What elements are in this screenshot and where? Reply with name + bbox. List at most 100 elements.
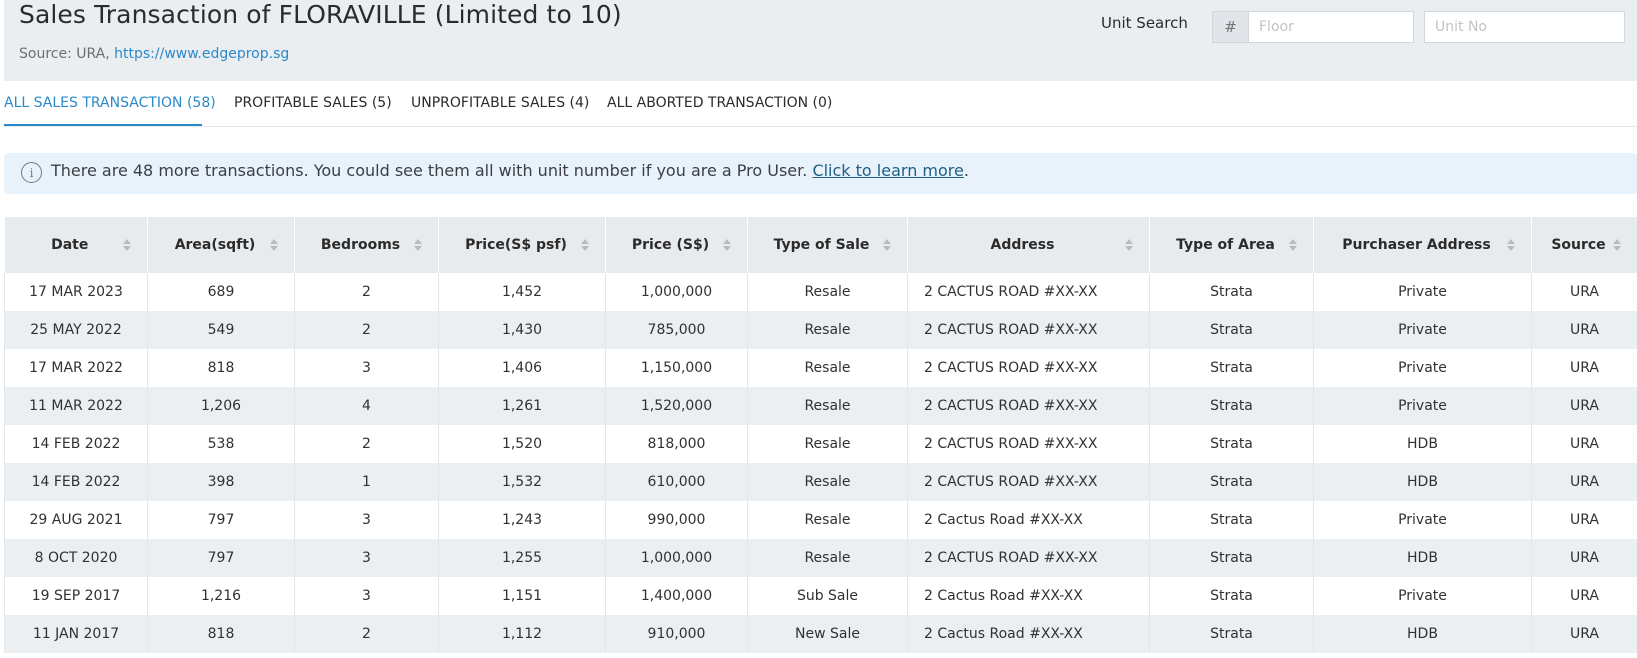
cell-date: 11 JAN 2017 [4,615,148,653]
column-header-type-of-area[interactable]: Type of Area [1149,217,1314,273]
table-body: 17 MAR 2023 689 2 1,452 1,000,000 Resale 2 CAC… [4,273,1637,653]
hash-icon: # [1212,11,1248,43]
column-header-label: Date [51,237,89,253]
cell-source: URA [1531,463,1637,501]
cell-price: 910,000 [605,615,748,653]
sort-icon[interactable] [414,239,422,251]
sort-icon[interactable] [1289,239,1297,251]
cell-purchaser-address: Private [1313,311,1532,349]
transactions-table: Date Area(sqft) Bedrooms Price(S$ psf) Price… [4,217,1637,653]
cell-type-of-sale: Resale [747,501,908,539]
sort-icon[interactable] [1125,239,1133,251]
cell-source: URA [1531,577,1637,615]
column-header-price[interactable]: Price (S$) [605,217,748,273]
cell-area: 398 [147,463,295,501]
sort-icon[interactable] [883,239,891,251]
learn-more-link[interactable]: Click to learn more [812,161,963,180]
column-header-source[interactable]: Source [1531,217,1637,273]
cell-purchaser-address: HDB [1313,463,1532,501]
floor-input-group: # [1212,11,1414,43]
column-header-label: Type of Area [1176,237,1275,253]
column-header-address[interactable]: Address [907,217,1150,273]
cell-type-of-area: Strata [1149,387,1314,425]
cell-source: URA [1531,273,1637,311]
floor-input[interactable] [1248,11,1414,43]
cell-source: URA [1531,311,1637,349]
column-header-label: Purchaser Address [1342,237,1491,253]
cell-price-psf: 1,255 [438,539,606,577]
unit-no-input[interactable] [1424,11,1625,43]
sort-icon[interactable] [1613,239,1621,251]
column-header-price-psf[interactable]: Price(S$ psf) [438,217,606,273]
sort-icon[interactable] [1507,239,1515,251]
table-header-row: Date Area(sqft) Bedrooms Price(S$ psf) Price… [4,217,1637,273]
cell-price-psf: 1,430 [438,311,606,349]
sort-icon[interactable] [123,239,131,251]
tab-aborted-transaction[interactable]: ALL ABORTED TRANSACTION (0) [607,95,832,111]
notice-text: There are 48 more transactions. You coul… [51,161,969,180]
tab-profitable-sales[interactable]: PROFITABLE SALES (5) [234,95,392,111]
cell-source: URA [1531,539,1637,577]
cell-type-of-sale: New Sale [747,615,908,653]
cell-date: 14 FEB 2022 [4,463,148,501]
cell-address: 2 CACTUS ROAD #XX-XX [907,349,1150,387]
cell-area: 818 [147,349,295,387]
pro-user-notice: i There are 48 more transactions. You co… [4,153,1637,194]
table-row: 11 JAN 2017 818 2 1,112 910,000 New Sale 2 Cac… [4,615,1637,653]
cell-type-of-sale: Resale [747,387,908,425]
cell-date: 29 AUG 2021 [4,501,148,539]
cell-date: 14 FEB 2022 [4,425,148,463]
cell-purchaser-address: HDB [1313,539,1532,577]
cell-date: 17 MAR 2023 [4,273,148,311]
column-header-purchaser-address[interactable]: Purchaser Address [1313,217,1532,273]
notice-message: There are 48 more transactions. You coul… [51,161,813,180]
cell-address: 2 CACTUS ROAD #XX-XX [907,311,1150,349]
cell-bedrooms: 3 [294,577,439,615]
cell-date: 11 MAR 2022 [4,387,148,425]
column-header-label: Type of Sale [773,237,870,253]
cell-address: 2 Cactus Road #XX-XX [907,501,1150,539]
tab-unprofitable-sales[interactable]: UNPROFITABLE SALES (4) [411,95,589,111]
tab-bar: ALL SALES TRANSACTION (58) PROFITABLE SA… [4,81,1637,127]
cell-bedrooms: 3 [294,539,439,577]
table-row: 17 MAR 2022 818 3 1,406 1,150,000 Resale 2 CAC… [4,349,1637,387]
cell-price: 610,000 [605,463,748,501]
cell-bedrooms: 2 [294,425,439,463]
cell-area: 1,206 [147,387,295,425]
cell-type-of-area: Strata [1149,349,1314,387]
cell-price-psf: 1,520 [438,425,606,463]
column-header-date[interactable]: Date [4,217,148,273]
column-header-bedrooms[interactable]: Bedrooms [294,217,439,273]
cell-type-of-area: Strata [1149,615,1314,653]
cell-address: 2 CACTUS ROAD #XX-XX [907,539,1150,577]
cell-price: 785,000 [605,311,748,349]
column-header-label: Source [1551,237,1606,253]
cell-type-of-area: Strata [1149,273,1314,311]
page-title: Sales Transaction of FLORAVILLE (Limited… [19,0,622,29]
sort-icon[interactable] [581,239,589,251]
unit-search-label: Unit Search [1101,14,1188,32]
cell-price: 1,520,000 [605,387,748,425]
table-row: 14 FEB 2022 398 1 1,532 610,000 Resale 2 CACTU… [4,463,1637,501]
cell-source: URA [1531,349,1637,387]
source-link[interactable]: https://www.edgeprop.sg [114,46,289,62]
cell-price: 818,000 [605,425,748,463]
column-header-type-of-sale[interactable]: Type of Sale [747,217,908,273]
sort-icon[interactable] [723,239,731,251]
cell-source: URA [1531,425,1637,463]
cell-type-of-area: Strata [1149,463,1314,501]
cell-price-psf: 1,151 [438,577,606,615]
cell-purchaser-address: HDB [1313,615,1532,653]
tab-all-sales[interactable]: ALL SALES TRANSACTION (58) [4,95,216,111]
cell-price-psf: 1,532 [438,463,606,501]
sort-icon[interactable] [270,239,278,251]
cell-type-of-area: Strata [1149,501,1314,539]
cell-bedrooms: 2 [294,273,439,311]
cell-bedrooms: 4 [294,387,439,425]
column-header-area[interactable]: Area(sqft) [147,217,295,273]
column-header-label: Price (S$) [631,237,710,253]
column-header-label: Bedrooms [320,237,401,253]
cell-source: URA [1531,615,1637,653]
cell-purchaser-address: Private [1313,501,1532,539]
cell-source: URA [1531,501,1637,539]
